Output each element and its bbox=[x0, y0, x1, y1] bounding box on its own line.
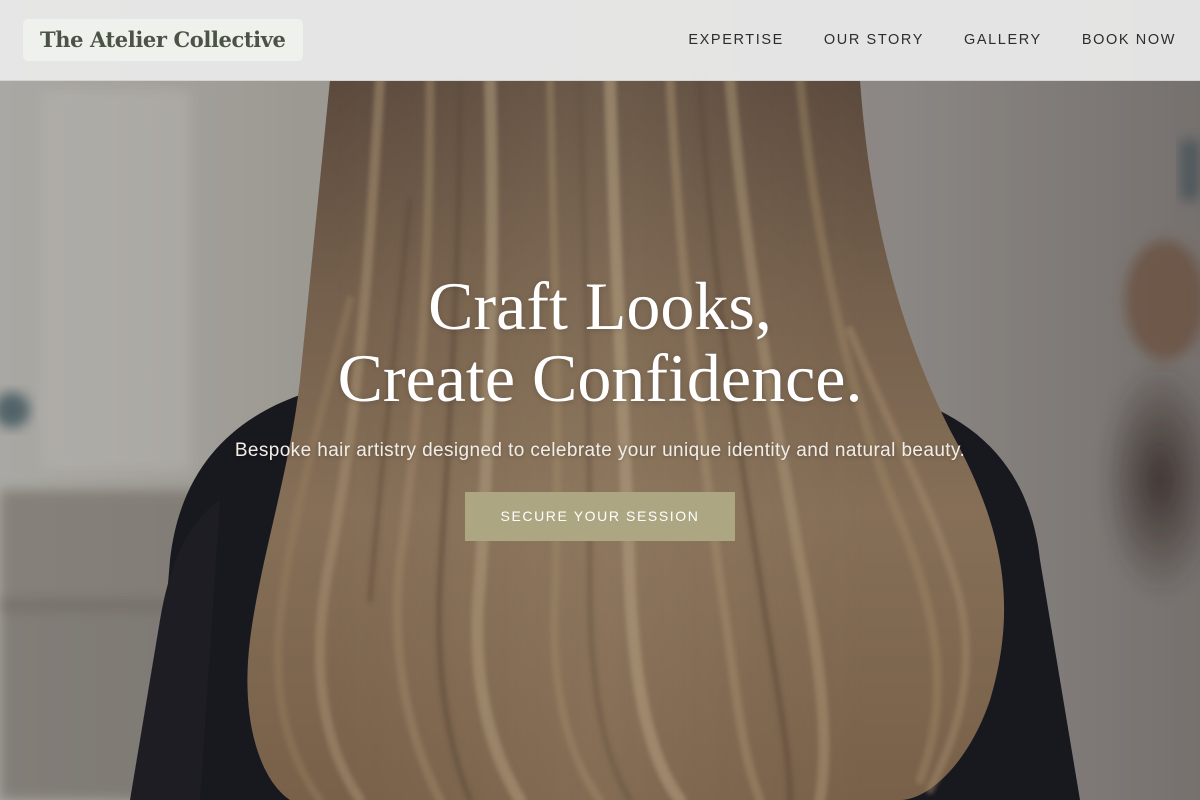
main-nav: EXPERTISE OUR STORY GALLERY BOOK NOW bbox=[688, 32, 1176, 48]
nav-item-book-now[interactable]: BOOK NOW bbox=[1082, 32, 1176, 48]
hero-content: Craft Looks, Create Confidence. Bespoke … bbox=[0, 270, 1200, 541]
hero-title-line-2: Create Confidence. bbox=[337, 340, 863, 416]
nav-item-expertise[interactable]: EXPERTISE bbox=[688, 32, 784, 48]
hero-title-line-1: Craft Looks, bbox=[428, 268, 772, 344]
site-header: The Atelier Collective EXPERTISE OUR STO… bbox=[0, 0, 1200, 81]
brand-logo[interactable]: The Atelier Collective bbox=[24, 20, 302, 60]
secure-session-button[interactable]: SECURE YOUR SESSION bbox=[465, 492, 735, 541]
nav-item-gallery[interactable]: GALLERY bbox=[964, 32, 1042, 48]
hero-subtitle: Bespoke hair artistry designed to celebr… bbox=[234, 440, 966, 461]
nav-item-our-story[interactable]: OUR STORY bbox=[824, 32, 924, 48]
hero-section: Craft Looks, Create Confidence. Bespoke … bbox=[0, 0, 1200, 800]
hero-title: Craft Looks, Create Confidence. bbox=[0, 270, 1200, 414]
